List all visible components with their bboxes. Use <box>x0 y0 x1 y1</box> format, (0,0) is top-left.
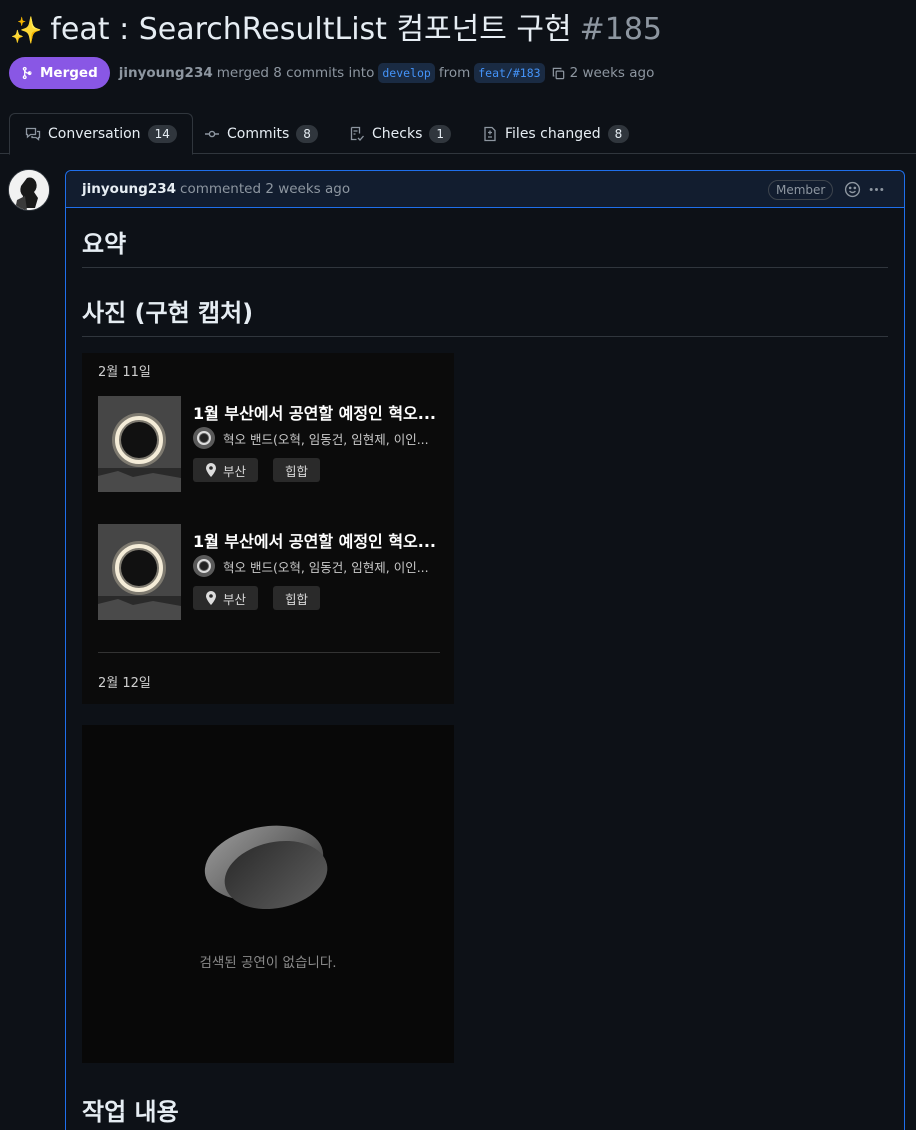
genre-tag: 힙합 <box>273 458 321 482</box>
location-text: 부산 <box>223 591 247 607</box>
tab-checks-count: 1 <box>429 124 452 143</box>
genre-text: 힙합 <box>285 463 309 479</box>
concert-thumbnail <box>98 524 181 620</box>
tab-files-changed[interactable]: Files changed 8 <box>482 113 630 154</box>
genre-tag: 힙합 <box>273 586 321 610</box>
member-badge: Member <box>768 180 834 200</box>
pr-title-text: feat : SearchResultList 컴포넌트 구현 <box>50 12 572 47</box>
artist-name: 혁오 밴드(오혁, 임동건, 임현제, 이인... <box>223 559 429 575</box>
checklist-icon <box>350 126 364 141</box>
screenshot-empty-state[interactable]: 검색된 공연이 없습니다. <box>82 725 454 1063</box>
file-diff-icon <box>484 126 496 141</box>
merged-label: Merged <box>40 65 98 81</box>
concert-thumbnail <box>98 396 181 492</box>
date-group-label: 2월 12일 <box>98 676 151 691</box>
merge-time: 2 weeks ago <box>569 65 655 81</box>
tab-conversation[interactable]: Conversation 14 <box>9 113 193 155</box>
head-branch[interactable]: feat/#183 <box>474 63 545 83</box>
artist-avatar <box>193 555 215 577</box>
comment-discussion-icon <box>25 127 41 141</box>
base-branch[interactable]: develop <box>378 63 435 83</box>
git-merge-icon <box>22 66 32 80</box>
concert-title: 1월 부산에서 공연할 예정인 혁오... <box>193 404 437 423</box>
comment-header: jinyoung234 commented 2 weeks ago Member <box>66 171 904 208</box>
merged-status-badge: Merged <box>9 57 110 89</box>
sparkles-icon: ✨ <box>10 16 43 46</box>
location-text: 부산 <box>223 463 247 479</box>
location-tag: 부산 <box>193 458 259 482</box>
tab-checks[interactable]: Checks 1 <box>349 113 452 154</box>
git-commit-icon <box>205 130 219 137</box>
heading-photos: 사진 (구현 캡처) <box>82 299 254 327</box>
date-group-label: 2월 11일 <box>98 365 151 380</box>
tab-commits[interactable]: Commits 8 <box>204 113 318 154</box>
kebab-horizontal-icon[interactable] <box>868 181 885 198</box>
artist-name: 혁오 밴드(오혁, 임동건, 임현제, 이인... <box>223 431 429 447</box>
location-pin-icon <box>206 591 216 605</box>
avatar-image <box>9 170 49 210</box>
pr-tabs: Conversation 14 Commits 8 Checks 1 Files… <box>0 113 916 155</box>
date-separator <box>98 652 440 653</box>
copy-icon[interactable] <box>551 66 566 81</box>
tab-conversation-label: Conversation <box>48 126 141 142</box>
tab-files-changed-count: 8 <box>607 124 630 143</box>
tab-files-changed-label: Files changed <box>505 125 601 142</box>
genre-text: 힙합 <box>285 591 309 607</box>
comment-action: commented 2 weeks ago <box>180 181 351 197</box>
location-pin-icon <box>206 463 216 477</box>
comment-author[interactable]: jinyoung234 <box>82 181 176 197</box>
heading-rule <box>82 267 888 268</box>
concert-title: 1월 부산에서 공연할 예정인 혁오... <box>193 532 437 551</box>
artist-avatar <box>193 427 215 449</box>
pr-meta: Merged jinyoung234 merged 8 commits into… <box>9 57 654 89</box>
tab-commits-label: Commits <box>227 125 290 142</box>
heading-rule <box>82 336 888 337</box>
pr-title: ✨ feat : SearchResultList 컴포넌트 구현 #185 <box>10 10 662 51</box>
empty-message: 검색된 공연이 없습니다. <box>199 955 337 971</box>
pr-number: #185 <box>579 12 663 47</box>
avatar[interactable] <box>8 169 50 211</box>
empty-ring-illustration <box>204 825 328 910</box>
concert-artist: 혁오 밴드(오혁, 임동건, 임현제, 이인... <box>193 555 443 577</box>
location-tag: 부산 <box>193 586 259 610</box>
concert-artist: 혁오 밴드(오혁, 임동건, 임현제, 이인... <box>193 427 443 449</box>
from-text: from <box>438 65 471 81</box>
merge-text: merged 8 commits into <box>216 65 375 81</box>
heading-summary: 요약 <box>82 230 127 258</box>
heading-work: 작업 내용 <box>82 1098 179 1126</box>
tab-checks-label: Checks <box>372 125 423 142</box>
screenshot-search-result-list[interactable]: 2월 11일 1월 부산에서 공연할 예정인 혁오... 혁오 밴드(오혁, 임… <box>82 353 454 704</box>
smiley-icon[interactable] <box>844 181 861 198</box>
pr-author-link[interactable]: jinyoung234 <box>119 65 213 81</box>
tab-conversation-count: 14 <box>147 125 177 143</box>
tab-commits-count: 8 <box>296 124 318 143</box>
